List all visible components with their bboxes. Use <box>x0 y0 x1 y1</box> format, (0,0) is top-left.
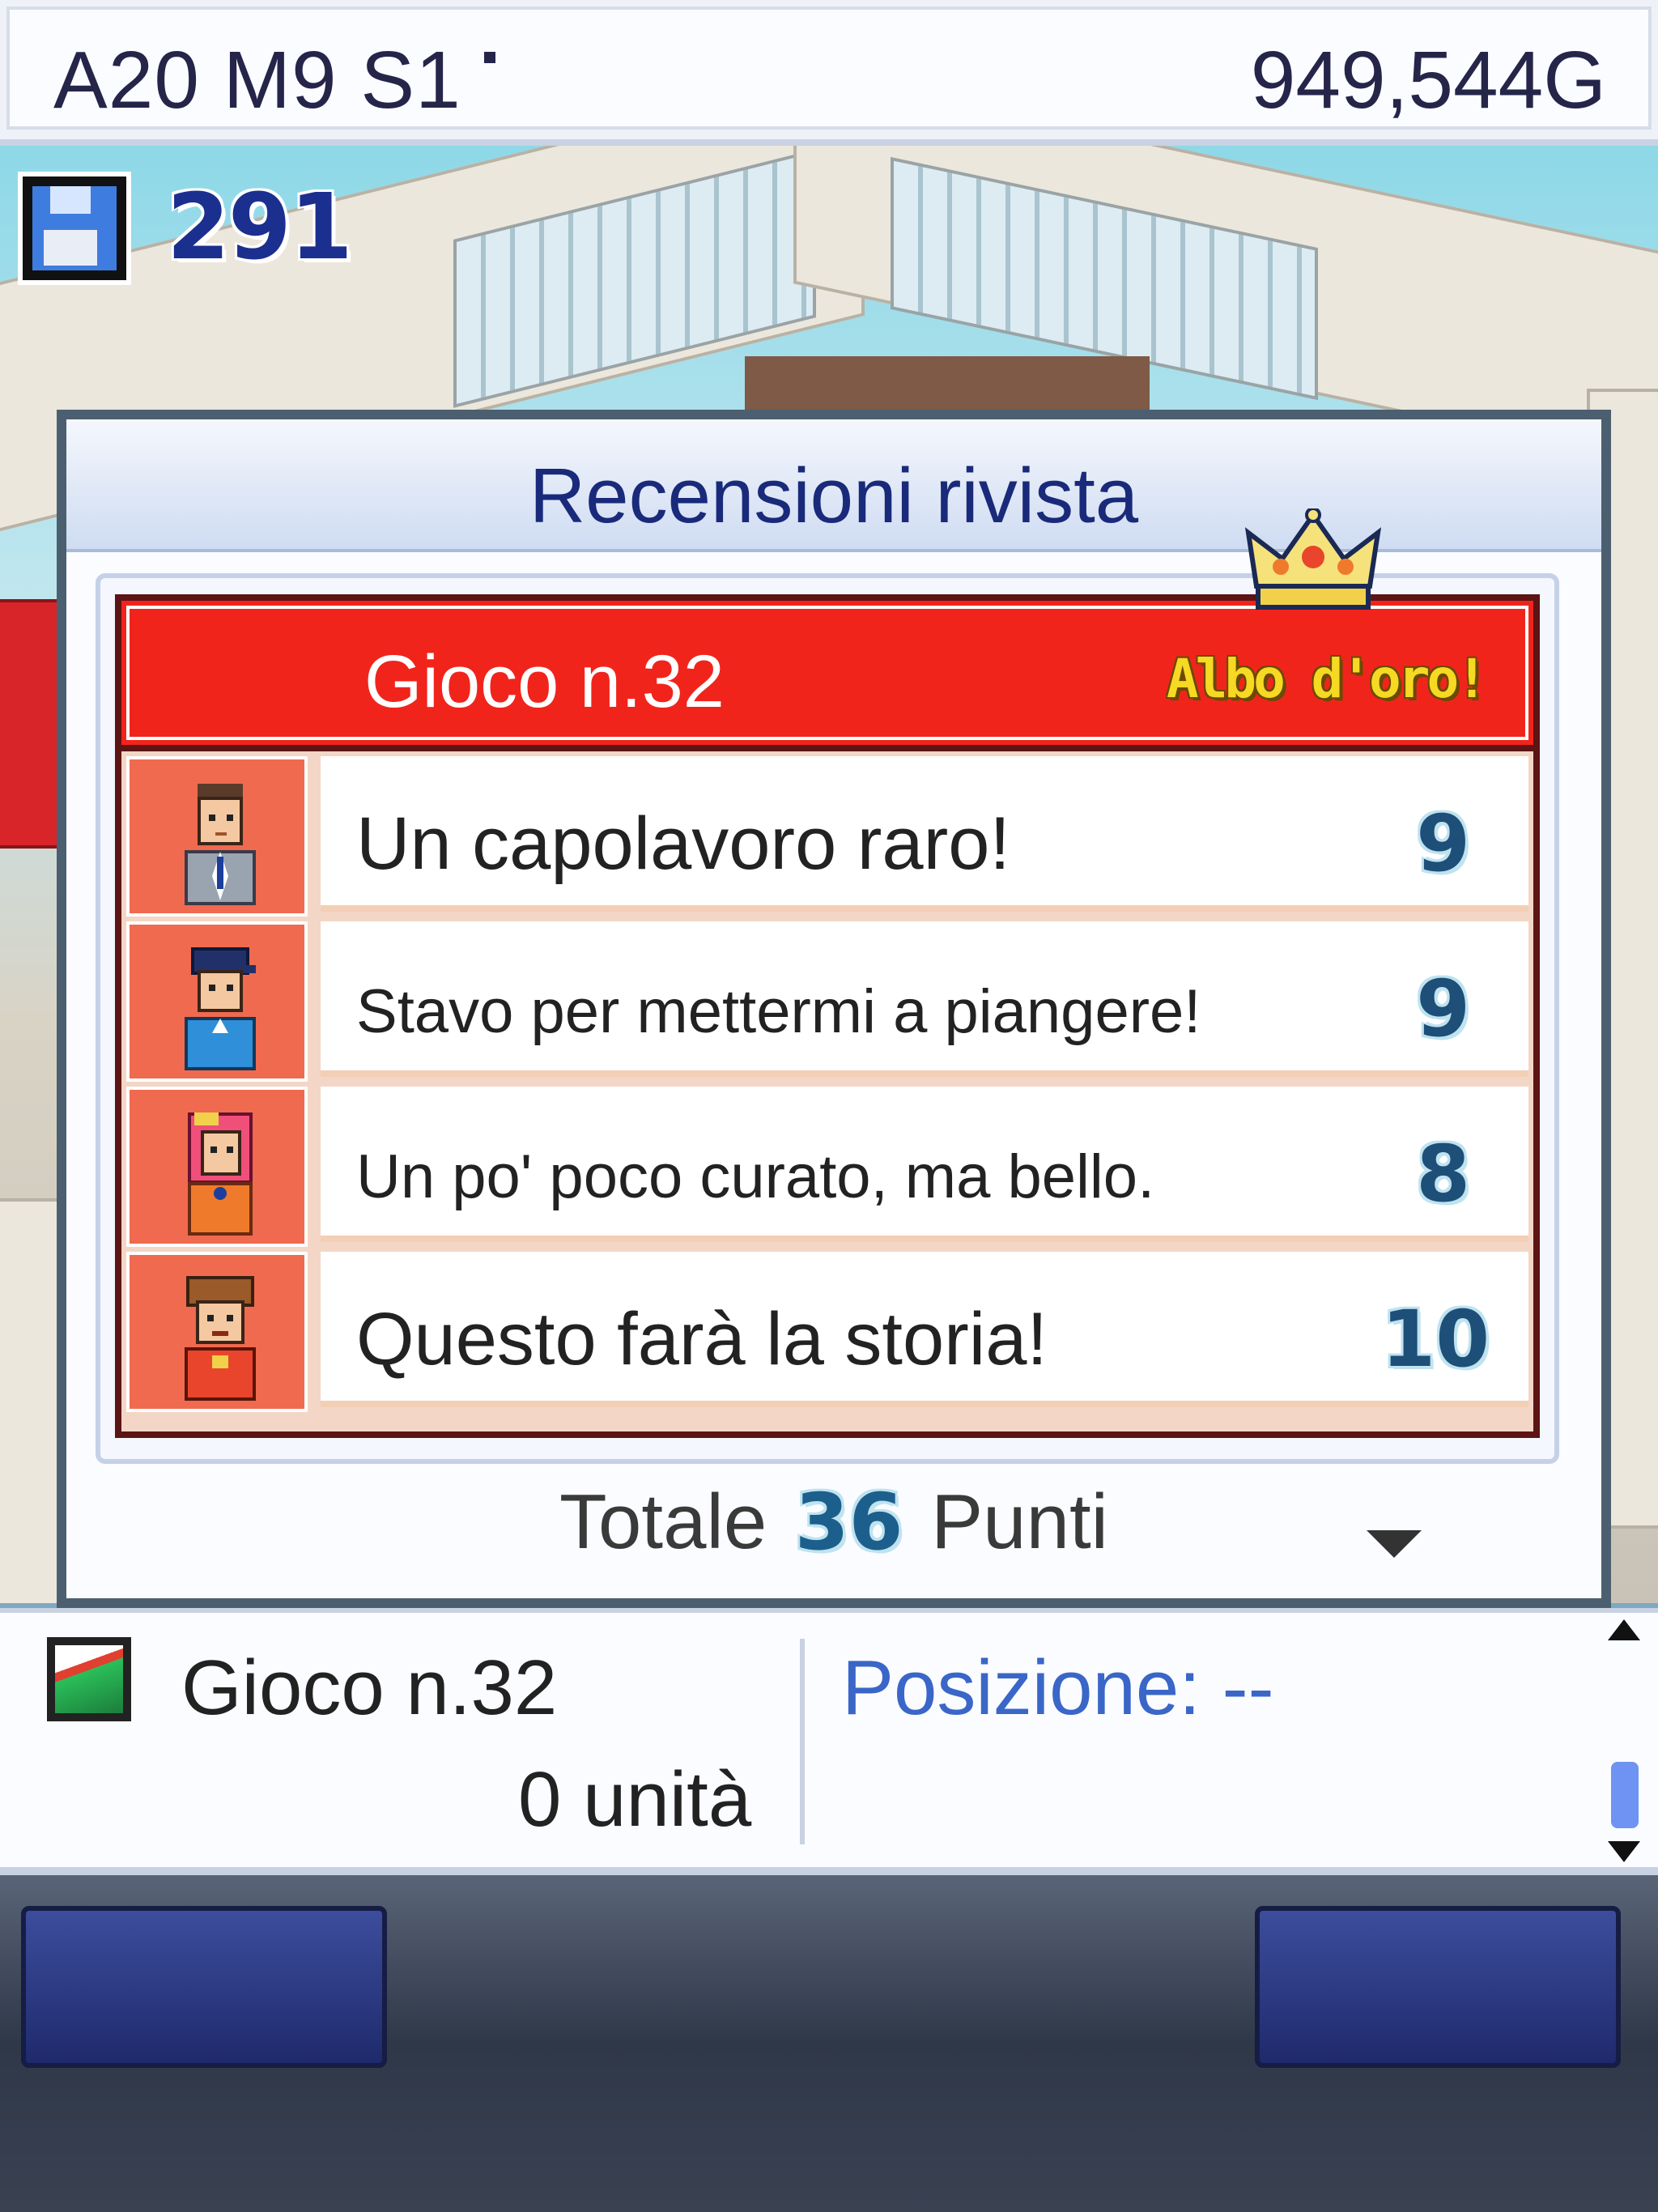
total-score-value: 36 <box>794 1476 903 1568</box>
reviewer-portrait-cell <box>126 756 308 917</box>
continue-arrow-icon[interactable] <box>1367 1530 1422 1558</box>
review-comment: Stavo per mettermi a piangere! <box>356 977 1201 1046</box>
reviewer-portrait-cell <box>126 1252 308 1412</box>
review-score: 8 <box>1416 1129 1470 1219</box>
total-unit: Punti <box>931 1478 1108 1565</box>
floppy-disk-icon[interactable] <box>23 177 126 280</box>
money-display: 949,544G <box>1250 35 1606 125</box>
review-score: 10 <box>1381 1294 1490 1385</box>
reviewer-portrait-cell <box>126 921 308 1082</box>
date-indicator-dot <box>484 52 495 63</box>
total-label: Totale <box>559 1478 767 1565</box>
game-cartridge-icon <box>47 1637 131 1721</box>
reviewer-woman-pink-hair-portrait <box>188 1112 253 1236</box>
reviewer-man-hat-portrait <box>185 1276 256 1401</box>
info-scrollbar[interactable] <box>1608 1619 1640 1862</box>
crown-icon <box>1244 508 1382 610</box>
review-row: Un po' poco curato, ma bello. 8 <box>121 1082 1533 1247</box>
info-game-name: Gioco n.32 <box>181 1644 558 1731</box>
left-action-button[interactable] <box>21 1906 387 2068</box>
review-score: 9 <box>1416 798 1470 889</box>
info-units-sold: 0 unità <box>518 1756 752 1843</box>
save-counter: 291 <box>167 175 353 280</box>
right-action-button[interactable] <box>1255 1906 1621 2068</box>
review-row: Questo farà la storia! 10 <box>121 1247 1533 1412</box>
review-comment-cell: Questo farà la storia! 10 <box>321 1252 1528 1407</box>
review-comment: Un po' poco curato, ma bello. <box>356 1142 1155 1211</box>
review-comment: Un capolavoro raro! <box>356 802 1010 885</box>
review-score: 9 <box>1416 963 1470 1054</box>
game-info-panel: Gioco n.32 0 unità Posizione: -- <box>0 1608 1658 1875</box>
reviewer-man-cap-portrait <box>185 947 256 1070</box>
game-title-banner: Gioco n.32 Albo d'oro! <box>121 601 1533 751</box>
review-comment: Questo farà la storia! <box>356 1298 1048 1380</box>
status-bar: A20 M9 S1 949,544G <box>0 0 1658 146</box>
reviewer-man-suit-portrait <box>185 784 256 905</box>
info-rank: Posizione: -- <box>842 1644 1274 1731</box>
hall-of-fame-badge: Albo d'oro! <box>1166 648 1488 710</box>
review-table: Gioco n.32 Albo d'oro! Un capolavoro rar… <box>115 594 1540 1438</box>
review-comment-cell: Stavo per mettermi a piangere! 9 <box>321 921 1528 1077</box>
review-comment-cell: Un capolavoro raro! 9 <box>321 756 1528 912</box>
scroll-up-icon[interactable] <box>1608 1619 1640 1640</box>
review-row: Un capolavoro raro! 9 <box>121 751 1533 917</box>
bottom-bar <box>0 1875 1658 2212</box>
magazine-review-dialog[interactable]: Recensioni rivista Gioco n.32 Albo d'oro… <box>57 410 1611 1608</box>
scroll-thumb[interactable] <box>1611 1762 1639 1828</box>
scroll-down-icon[interactable] <box>1608 1841 1640 1862</box>
review-comment-cell: Un po' poco curato, ma bello. 8 <box>321 1087 1528 1242</box>
info-divider <box>800 1639 805 1844</box>
game-title: Gioco n.32 <box>364 640 725 723</box>
reviewer-portrait-cell <box>126 1087 308 1247</box>
review-row: Stavo per mettermi a piangere! 9 <box>121 917 1533 1082</box>
game-date: A20 M9 S1 <box>53 35 461 125</box>
